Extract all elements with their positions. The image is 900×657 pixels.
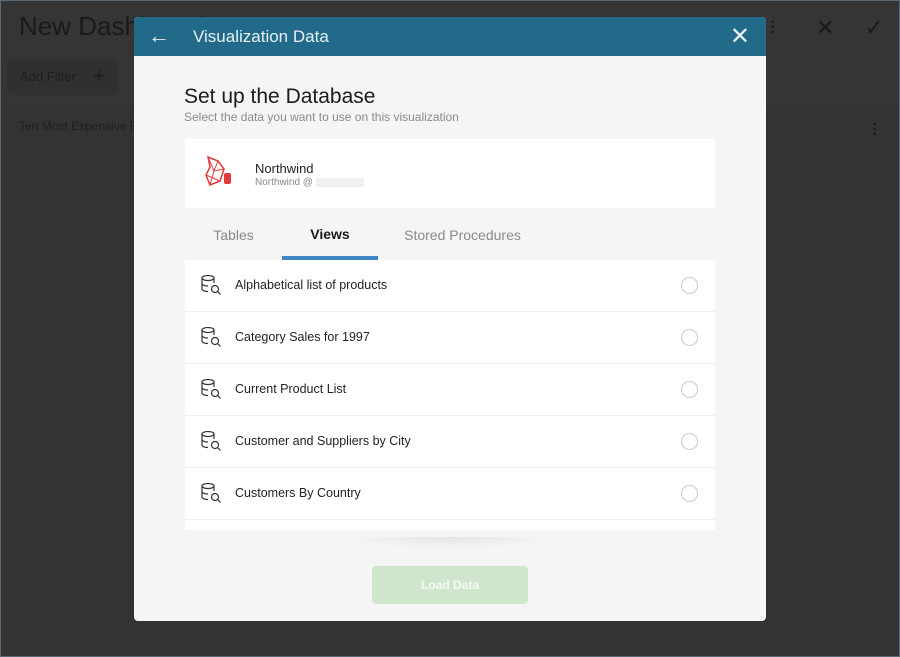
sql-server-logo-icon — [205, 155, 231, 186]
tab-views[interactable]: Views — [282, 208, 378, 260]
tab-tables[interactable]: Tables — [185, 208, 282, 260]
database-view-icon — [200, 430, 222, 457]
tab-stored-procedures[interactable]: Stored Procedures — [390, 208, 535, 260]
view-name: Customer and Suppliers by City — [235, 434, 411, 448]
list-item[interactable] — [185, 520, 715, 530]
page-subheading: Select the data you want to use on this … — [184, 110, 459, 124]
add-filter-label: Add Filter — [20, 69, 76, 84]
select-radio[interactable] — [681, 277, 698, 294]
views-list[interactable]: Alphabetical list of products Category Sa… — [185, 260, 715, 530]
check-icon[interactable]: ✓ — [865, 15, 883, 41]
select-radio[interactable] — [681, 433, 698, 450]
page-heading: Set up the Database — [184, 85, 376, 108]
datasource-name: Northwind — [255, 161, 314, 176]
view-name: Current Product List — [235, 382, 347, 396]
dialog-title: Visualization Data — [193, 27, 329, 46]
datasource-card[interactable]: Northwind Northwind @ — [185, 139, 715, 208]
plus-icon: + — [93, 63, 106, 88]
visualization-data-dialog: ← Visualization Data ✕ Set up the Databa… — [134, 17, 766, 621]
redacted-host — [315, 177, 364, 187]
database-view-icon — [200, 274, 222, 301]
tab-bar: Tables Views Stored Procedures — [185, 208, 715, 260]
list-item[interactable]: Alphabetical list of products — [185, 260, 715, 312]
dialog-header: ← Visualization Data ✕ — [134, 17, 766, 56]
database-view-icon — [200, 378, 222, 405]
more-options-icon[interactable]: · · · — [770, 15, 776, 41]
list-item[interactable]: Customers By Country — [185, 468, 715, 520]
list-item[interactable]: Category Sales for 1997 — [185, 312, 715, 364]
list-item[interactable]: Customer and Suppliers by City — [185, 416, 715, 468]
select-radio[interactable] — [681, 381, 698, 398]
close-dialog-icon[interactable]: ✕ — [730, 22, 750, 51]
database-view-icon — [200, 482, 222, 509]
close-icon[interactable]: ✕ — [816, 15, 834, 41]
load-data-button[interactable]: Load Data — [372, 566, 528, 604]
select-radio[interactable] — [681, 485, 698, 502]
view-name: Category Sales for 1997 — [235, 330, 370, 344]
view-name: Customers By Country — [235, 486, 361, 500]
list-item[interactable]: Current Product List — [185, 364, 715, 416]
back-arrow-icon[interactable]: ← — [148, 23, 170, 49]
add-filter-button[interactable]: Add Filter + — [7, 59, 119, 95]
view-name: Alphabetical list of products — [235, 278, 388, 292]
database-view-icon — [200, 326, 222, 353]
datasource-host: Northwind @ — [255, 177, 313, 188]
select-radio[interactable] — [681, 329, 698, 346]
section-menu-icon[interactable]: · · · — [872, 117, 878, 143]
scroll-shadow — [344, 537, 554, 549]
